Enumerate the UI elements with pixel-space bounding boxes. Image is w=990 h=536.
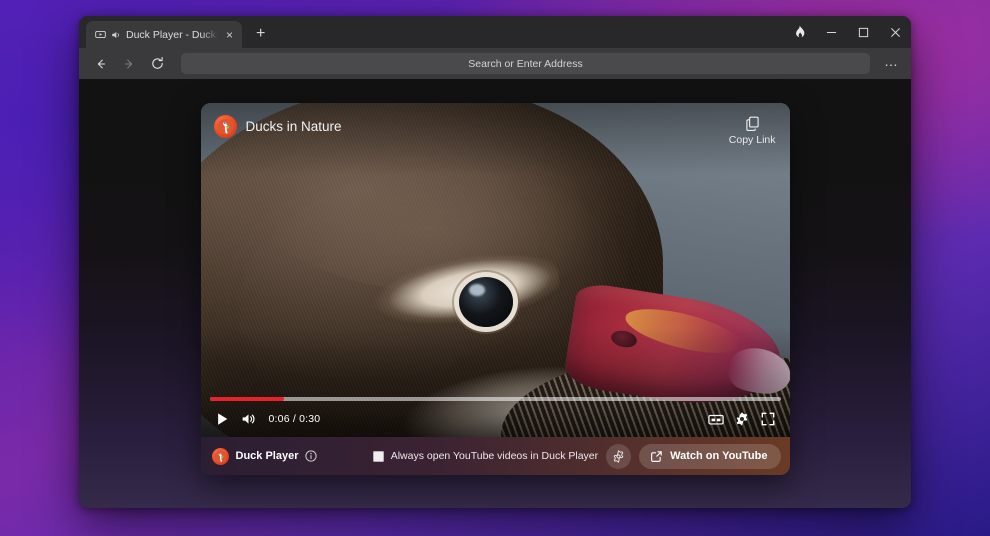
close-button[interactable] <box>879 16 911 48</box>
back-button[interactable] <box>89 52 113 76</box>
copy-link-label: Copy Link <box>728 134 776 146</box>
window-controls <box>783 16 911 48</box>
duck-eye <box>458 277 513 327</box>
fire-button[interactable] <box>783 16 815 48</box>
tab-close-icon[interactable]: × <box>223 27 236 43</box>
external-link-icon <box>650 450 663 463</box>
player-bottom-bar: Duck Player Always open YouTube videos i… <box>200 437 790 475</box>
player-brand: Ducks in Nature <box>213 115 342 138</box>
address-bar-placeholder: Search or Enter Address <box>468 57 583 70</box>
duck-player-settings-button[interactable] <box>606 443 632 469</box>
always-open-checkbox[interactable] <box>372 450 384 462</box>
forward-button[interactable] <box>117 52 141 76</box>
player-header: Ducks in Nature Copy Link <box>201 103 790 159</box>
reload-button[interactable] <box>145 52 169 76</box>
copy-icon <box>744 115 761 132</box>
always-open-label: Always open YouTube videos in Duck Playe… <box>390 450 599 462</box>
page-content: Ducks in Nature Copy Link 0:06 / 0:30 Du… <box>79 79 911 508</box>
duckduckgo-logo-icon <box>213 115 237 138</box>
video-play-icon <box>95 29 106 40</box>
copy-link-button[interactable]: Copy Link <box>729 115 776 146</box>
info-icon[interactable] <box>305 450 318 462</box>
titlebar: Duck Player - Ducks in Nature × + <box>79 16 911 48</box>
new-tab-button[interactable]: + <box>248 26 273 42</box>
address-bar[interactable]: Search or Enter Address <box>181 53 870 74</box>
watch-on-youtube-label: Watch on YouTube <box>670 450 768 462</box>
minimize-button[interactable] <box>815 16 847 48</box>
fullscreen-button[interactable] <box>755 408 781 430</box>
duckduckgo-logo-small-icon <box>211 447 229 465</box>
captions-button[interactable] <box>703 408 729 430</box>
video-settings-button[interactable] <box>729 408 755 430</box>
seek-bar[interactable] <box>209 397 781 401</box>
volume-button[interactable] <box>236 408 262 430</box>
player-controls: 0:06 / 0:30 <box>201 397 790 437</box>
seek-progress <box>209 397 284 401</box>
always-open-checkbox-row[interactable]: Always open YouTube videos in Duck Playe… <box>372 450 599 462</box>
watch-on-youtube-button[interactable]: Watch on YouTube <box>639 443 781 469</box>
browser-menu-button[interactable]: … <box>882 53 901 75</box>
navigation-toolbar: Search or Enter Address … <box>79 48 911 79</box>
video-title: Ducks in Nature <box>245 119 342 134</box>
tab-title: Duck Player - Ducks in Nature <box>126 28 218 41</box>
browser-window: Duck Player - Ducks in Nature × + <box>79 16 911 508</box>
duck-player-label: Duck Player <box>235 450 299 462</box>
duck-player-card: Ducks in Nature Copy Link 0:06 / 0:30 Du… <box>200 103 790 475</box>
speaker-audio-playing-icon[interactable] <box>111 30 121 40</box>
duck-player-brand: Duck Player <box>211 447 318 465</box>
maximize-button[interactable] <box>847 16 879 48</box>
controls-row: 0:06 / 0:30 <box>210 408 781 430</box>
time-display: 0:06 / 0:30 <box>268 413 321 425</box>
browser-tab[interactable]: Duck Player - Ducks in Nature × <box>86 21 242 48</box>
play-button[interactable] <box>210 408 236 430</box>
